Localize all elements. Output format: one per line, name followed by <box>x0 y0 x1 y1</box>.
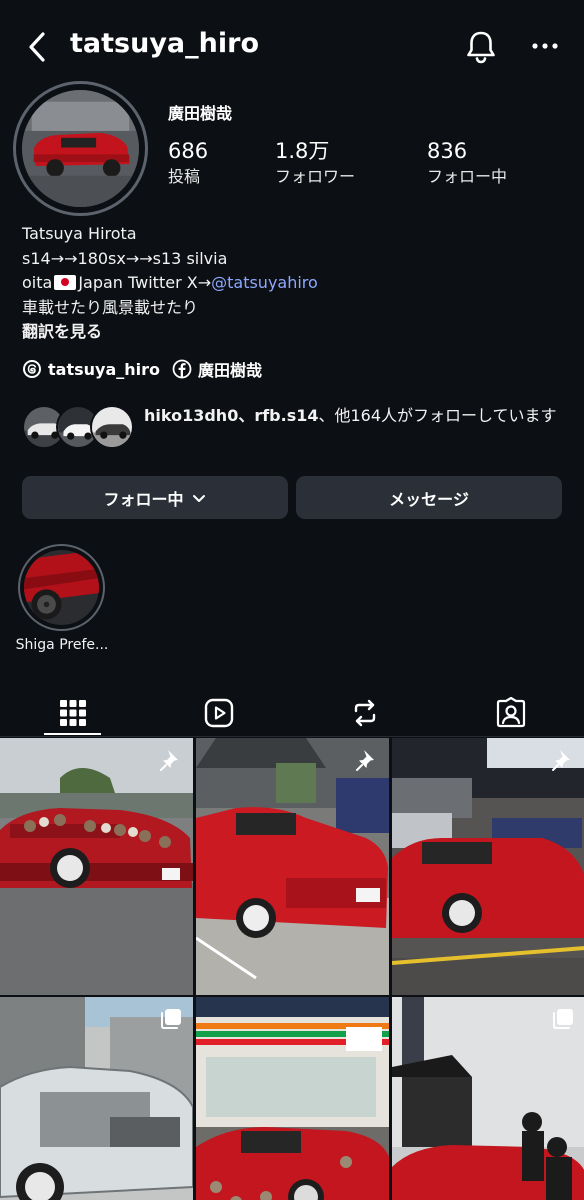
following-label: フォロー中 <box>427 167 508 186</box>
followers-count: 1.8万 <box>275 139 330 163</box>
followers-label: フォロワー <box>275 167 356 186</box>
threads-handle: tatsuya_hiro <box>48 359 160 379</box>
bio-line: Tatsuya Hirota <box>22 224 137 243</box>
chevron-down-icon <box>192 494 205 502</box>
highlight-label: Shiga Prefe... <box>15 637 109 653</box>
post-thumbnail[interactable] <box>196 997 389 1200</box>
avatar-photo <box>22 90 139 207</box>
bell-icon[interactable] <box>462 28 500 66</box>
pin-icon <box>160 750 178 771</box>
pin-icon <box>552 750 570 771</box>
bio-text: Japan Twitter X→ <box>78 273 212 292</box>
post-thumbnail[interactable] <box>392 997 584 1200</box>
avatar <box>90 405 134 449</box>
profile-bio: Tatsuya Hirota s14→→180sx→→s13 silvia oi… <box>22 222 318 345</box>
carousel-icon <box>553 1009 573 1029</box>
tab-reels[interactable] <box>146 688 292 737</box>
profile-username: tatsuya_hiro <box>70 28 259 59</box>
social-links: tatsuya_hiro 廣田樹哉 <box>22 356 274 382</box>
following-stat[interactable]: 836 フォロー中 <box>427 137 507 189</box>
carousel-icon <box>161 1009 181 1029</box>
posts-label: 投稿 <box>168 167 201 186</box>
mutual-followers-avatars[interactable] <box>22 405 134 451</box>
display-name: 廣田樹哉 <box>168 104 233 123</box>
reels-icon <box>204 698 234 727</box>
facebook-icon <box>172 359 192 379</box>
profile-tabs <box>0 688 584 737</box>
following-button-label: フォロー中 <box>103 489 184 509</box>
active-tab-indicator <box>44 733 101 735</box>
tab-tagged[interactable] <box>438 688 584 737</box>
posts-count: 686 <box>168 139 209 163</box>
message-button[interactable]: メッセージ <box>296 476 562 519</box>
followed-by-names: hiko13dh0、rfb.s14 <box>144 406 319 425</box>
japan-flag-icon <box>54 275 77 290</box>
bio-line: s14→→180sx→→s13 silvia <box>22 248 228 268</box>
top-bar: tatsuya_hiro <box>0 0 584 92</box>
bio-line: 車載せたり風景載せたり <box>22 297 199 317</box>
bio-text: oita <box>22 273 53 292</box>
following-button[interactable]: フォロー中 <box>22 476 288 519</box>
followed-by-rest: 、他164人がフォローしています <box>318 406 557 425</box>
see-translation-link[interactable]: 翻訳を見る <box>22 320 318 345</box>
threads-link[interactable]: tatsuya_hiro <box>22 359 160 379</box>
chevron-left-icon[interactable] <box>24 30 52 64</box>
profile-avatar[interactable] <box>13 81 148 216</box>
post-thumbnail[interactable] <box>196 738 389 995</box>
pin-icon <box>356 750 374 771</box>
post-thumbnail[interactable] <box>0 997 193 1200</box>
twitter-handle-link[interactable]: @tatsuyahiro <box>211 273 318 292</box>
grid-icon <box>60 699 86 726</box>
bio-line: oita Japan Twitter X→@tatsuyahiro <box>22 271 318 296</box>
facebook-name: 廣田樹哉 <box>198 361 263 380</box>
threads-icon <box>23 360 41 378</box>
message-button-label: メッセージ <box>389 489 469 509</box>
post-thumbnail[interactable] <box>392 738 584 995</box>
facebook-link[interactable]: 廣田樹哉 <box>172 357 262 381</box>
highlight-cover <box>24 550 99 625</box>
followers-stat[interactable]: 1.8万 フォロワー <box>275 137 355 189</box>
tagged-user-icon <box>496 696 526 727</box>
more-horizontal-icon[interactable] <box>528 34 562 58</box>
story-highlight[interactable] <box>18 544 105 631</box>
followed-by-text[interactable]: hiko13dh0、rfb.s14、他164人がフォローしています <box>144 404 569 428</box>
posts-stat[interactable]: 686 投稿 <box>168 137 208 189</box>
following-count: 836 <box>427 139 468 163</box>
repost-icon <box>354 699 376 726</box>
tab-reposts[interactable] <box>292 688 438 737</box>
tab-grid[interactable] <box>0 688 146 737</box>
posts-grid <box>0 738 584 1200</box>
post-thumbnail[interactable] <box>0 738 193 995</box>
